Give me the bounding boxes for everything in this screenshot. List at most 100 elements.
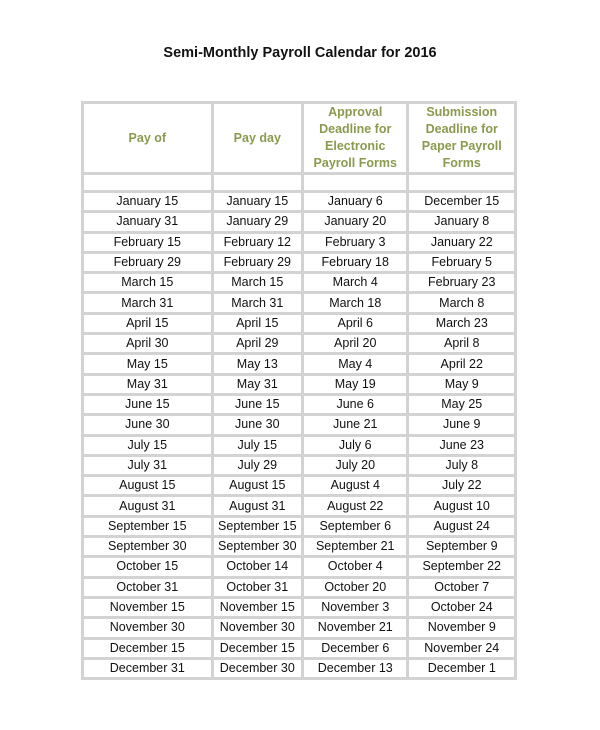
cell-electronic-deadline: October 20 xyxy=(304,578,407,596)
spacer-cell xyxy=(213,175,301,190)
cell-pay-day: November 15 xyxy=(213,598,301,617)
table-row: December 15 December 15 December 6 November… xyxy=(84,639,514,657)
cell-paper-deadline: March 23 xyxy=(409,314,514,333)
table-row: July 15 July 15 July 6 June 23 xyxy=(84,436,514,454)
cell-paper-deadline: July 8 xyxy=(409,456,514,475)
header-pay-of: Pay of xyxy=(84,104,211,172)
cell-electronic-deadline: January 20 xyxy=(304,213,407,231)
cell-pay-day: August 15 xyxy=(213,477,301,495)
cell-electronic-deadline: May 19 xyxy=(304,375,407,393)
table-row: April 15 April 15 April 6 March 23 xyxy=(84,314,514,333)
cell-pay-of: November 30 xyxy=(84,619,211,637)
table-header-row: Pay of Pay day Approval Deadline for Ele… xyxy=(84,104,514,172)
table-body: January 15 January 15 January 6 December 15… xyxy=(84,175,514,678)
cell-pay-day: August 31 xyxy=(213,497,301,515)
cell-electronic-deadline: May 4 xyxy=(304,355,407,373)
table-row: September 15 September 15 September 6 Augus… xyxy=(84,517,514,536)
table-row: August 15 August 15 August 4 July 22 xyxy=(84,477,514,495)
cell-electronic-deadline: August 4 xyxy=(304,477,407,495)
cell-electronic-deadline: June 6 xyxy=(304,395,407,414)
cell-pay-of: June 30 xyxy=(84,416,211,434)
cell-pay-of: September 30 xyxy=(84,538,211,556)
cell-electronic-deadline: December 6 xyxy=(304,639,407,657)
cell-paper-deadline: June 23 xyxy=(409,436,514,454)
cell-electronic-deadline: January 6 xyxy=(304,193,407,211)
cell-pay-of: January 31 xyxy=(84,213,211,231)
cell-pay-day: January 29 xyxy=(213,213,301,231)
table-row: January 15 January 15 January 6 December 15 xyxy=(84,193,514,211)
cell-pay-day: December 15 xyxy=(213,639,301,657)
spacer-cell xyxy=(304,175,407,190)
cell-paper-deadline: August 24 xyxy=(409,517,514,536)
table-row: March 15 March 15 March 4 February 23 xyxy=(84,274,514,292)
cell-electronic-deadline: April 20 xyxy=(304,335,407,353)
cell-electronic-deadline: September 21 xyxy=(304,538,407,556)
table-row: May 15 May 13 May 4 April 22 xyxy=(84,355,514,373)
cell-pay-day: February 12 xyxy=(213,233,301,251)
table-row: February 15 February 12 February 3 January … xyxy=(84,233,514,251)
cell-electronic-deadline: November 3 xyxy=(304,598,407,617)
table-row: August 31 August 31 August 22 August 10 xyxy=(84,497,514,515)
cell-pay-of: March 15 xyxy=(84,274,211,292)
cell-paper-deadline: September 9 xyxy=(409,538,514,556)
table-row: June 15 June 15 June 6 May 25 xyxy=(84,395,514,414)
cell-pay-of: August 31 xyxy=(84,497,211,515)
table-row: October 15 October 14 October 4 September 2… xyxy=(84,558,514,576)
cell-pay-day: June 30 xyxy=(213,416,301,434)
cell-pay-day: April 15 xyxy=(213,314,301,333)
cell-pay-of: April 15 xyxy=(84,314,211,333)
table-row: November 15 November 15 November 3 October … xyxy=(84,598,514,617)
table-row: June 30 June 30 June 21 June 9 xyxy=(84,416,514,434)
cell-pay-of: October 31 xyxy=(84,578,211,596)
cell-pay-day: June 15 xyxy=(213,395,301,414)
table-row: May 31 May 31 May 19 May 9 xyxy=(84,375,514,393)
table-row: December 31 December 30 December 13 Decembe… xyxy=(84,659,514,678)
cell-paper-deadline: November 9 xyxy=(409,619,514,637)
payroll-calendar-table: Pay of Pay day Approval Deadline for Ele… xyxy=(81,101,517,681)
cell-pay-of: February 15 xyxy=(84,233,211,251)
cell-pay-day: October 14 xyxy=(213,558,301,576)
cell-pay-day: July 29 xyxy=(213,456,301,475)
header-pay-day: Pay day xyxy=(213,104,301,172)
cell-pay-of: February 29 xyxy=(84,253,211,272)
cell-electronic-deadline: June 21 xyxy=(304,416,407,434)
cell-paper-deadline: February 23 xyxy=(409,274,514,292)
table-row: March 31 March 31 March 18 March 8 xyxy=(84,294,514,312)
cell-paper-deadline: August 10 xyxy=(409,497,514,515)
cell-paper-deadline: July 22 xyxy=(409,477,514,495)
cell-pay-day: May 13 xyxy=(213,355,301,373)
cell-paper-deadline: June 9 xyxy=(409,416,514,434)
cell-pay-of: November 15 xyxy=(84,598,211,617)
cell-paper-deadline: December 15 xyxy=(409,193,514,211)
table-row: October 31 October 31 October 20 October 7 xyxy=(84,578,514,596)
cell-electronic-deadline: July 20 xyxy=(304,456,407,475)
table-row: July 31 July 29 July 20 July 8 xyxy=(84,456,514,475)
cell-electronic-deadline: February 3 xyxy=(304,233,407,251)
cell-pay-day: July 15 xyxy=(213,436,301,454)
cell-pay-day: November 30 xyxy=(213,619,301,637)
cell-paper-deadline: December 1 xyxy=(409,659,514,678)
table-row: April 30 April 29 April 20 April 8 xyxy=(84,335,514,353)
cell-pay-day: March 15 xyxy=(213,274,301,292)
cell-pay-day: September 30 xyxy=(213,538,301,556)
cell-pay-of: December 15 xyxy=(84,639,211,657)
cell-paper-deadline: October 7 xyxy=(409,578,514,596)
table-row: November 30 November 30 November 21 Novembe… xyxy=(84,619,514,637)
cell-paper-deadline: April 22 xyxy=(409,355,514,373)
cell-pay-day: December 30 xyxy=(213,659,301,678)
cell-pay-day: September 15 xyxy=(213,517,301,536)
cell-paper-deadline: September 22 xyxy=(409,558,514,576)
cell-pay-of: April 30 xyxy=(84,335,211,353)
header-paper-deadline: Submission Deadline for Paper Payroll Fo… xyxy=(409,104,514,172)
header-electronic-deadline: Approval Deadline for Electronic Payroll… xyxy=(304,104,407,172)
cell-paper-deadline: April 8 xyxy=(409,335,514,353)
cell-electronic-deadline: October 4 xyxy=(304,558,407,576)
spacer-row xyxy=(84,175,514,190)
cell-electronic-deadline: September 6 xyxy=(304,517,407,536)
cell-pay-of: May 31 xyxy=(84,375,211,393)
cell-electronic-deadline: November 21 xyxy=(304,619,407,637)
cell-pay-day: May 31 xyxy=(213,375,301,393)
cell-paper-deadline: January 22 xyxy=(409,233,514,251)
page-title: Semi-Monthly Payroll Calendar for 2016 xyxy=(163,45,437,61)
cell-electronic-deadline: March 18 xyxy=(304,294,407,312)
